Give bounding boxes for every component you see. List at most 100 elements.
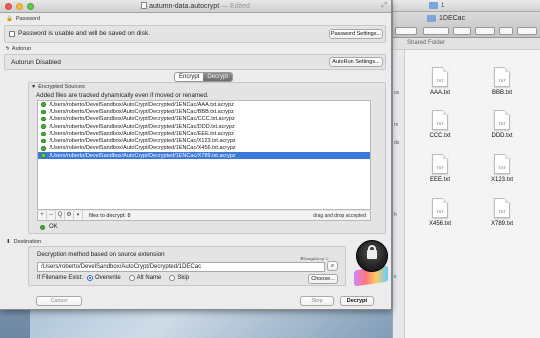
sources-status: OK	[40, 224, 58, 230]
sources-section-header: ♥ Encrypted Sources	[32, 84, 85, 90]
status-dot-icon	[41, 116, 46, 122]
finder-arrange-button[interactable]	[423, 27, 449, 35]
finder-path-label: 1DECac	[439, 15, 466, 22]
autorun-section-header: ϟ Autorun	[6, 46, 32, 52]
tab-decrypt[interactable]: Decrypt	[203, 73, 233, 81]
finder-share-button[interactable]	[475, 27, 495, 35]
remove-file-button[interactable]: –	[47, 211, 56, 220]
finder-search-button[interactable]	[517, 27, 537, 35]
autocrypt-window: autumn-data.autocrypt — Edited ⤢ 🔒 Passw…	[0, 0, 392, 310]
finder-sidebar: os rs ds h s	[393, 50, 405, 338]
status-dot-icon	[40, 224, 45, 230]
lock-icon: 🔒	[6, 16, 13, 22]
document-icon	[141, 2, 148, 9]
finder-file[interactable]: TXT EEE.txt	[415, 154, 465, 183]
search-icon[interactable]: Q	[56, 211, 65, 220]
destination-description: Decryption method based on source extens…	[37, 251, 165, 258]
finder-file[interactable]: TXT DDD.txt	[477, 110, 527, 139]
password-status: Password is usable and will be saved on …	[18, 30, 150, 37]
radio-off-icon	[128, 275, 135, 281]
add-file-button[interactable]: +	[38, 211, 47, 220]
heart-icon: ♥	[32, 84, 36, 90]
finder-file[interactable]: TXT X123.txt	[477, 154, 527, 183]
filename-exists-row: If Filename Exist: Overwrite Alt Name Sk…	[37, 275, 197, 281]
list-item-selected[interactable]: /Users/roberto/DevelSandbox/AutoCrypt/De…	[38, 152, 370, 160]
list-item[interactable]: /Users/roberto/DevelSandbox/AutoCrypt/De…	[38, 116, 370, 123]
password-settings-button[interactable]: Password Settings...	[329, 29, 383, 39]
list-item[interactable]: /Users/roberto/DevelSandbox/AutoCrypt/De…	[38, 130, 370, 137]
window-title: autumn-data.autocrypt — Edited	[0, 2, 391, 10]
finder-sidebar-label[interactable]: h	[394, 212, 397, 218]
tab-encrypt[interactable]: Encrypt	[175, 73, 204, 81]
list-item[interactable]: /Users/roberto/DevelSandbox/AutoCrypt/De…	[38, 108, 370, 115]
status-dot-icon	[41, 153, 46, 158]
sources-description: Added files are tracked dynamically even…	[36, 92, 209, 99]
radio-alt-name[interactable]: Alt Name	[128, 275, 161, 281]
list-item[interactable]: /Users/roberto/DevelSandbox/AutoCrypt/De…	[38, 123, 370, 130]
password-box: Password is usable and will be saved on …	[4, 25, 386, 43]
autorun-status: Autorun Disabled	[11, 59, 61, 66]
finder-sidebar-label[interactable]: s	[394, 274, 397, 280]
folder-icon	[427, 15, 436, 22]
finder-file[interactable]: TXT AAA.txt	[415, 67, 465, 96]
finder-file[interactable]: TXT CCC.txt	[415, 110, 465, 139]
list-item[interactable]: /Users/roberto/DevelSandbox/AutoCrypt/De…	[38, 145, 370, 152]
search-icon[interactable]: ⌕	[327, 261, 338, 271]
mode-segmented-control: Encrypt Decrypt	[174, 72, 234, 82]
text-file-icon: TXT	[432, 198, 448, 218]
text-file-icon: TXT	[494, 154, 510, 174]
finder-action-button[interactable]	[453, 27, 471, 35]
window-titlebar: autumn-data.autocrypt — Edited ⤢	[0, 0, 391, 13]
status-dot-icon	[41, 131, 46, 137]
filename-exists-label: If Filename Exist:	[37, 275, 84, 281]
cancel-button[interactable]: Cancel	[36, 296, 82, 306]
finder-path: 1DECac	[427, 15, 465, 22]
finder-file[interactable]: TXT BBB.txt	[477, 67, 527, 96]
finder-title: 1	[441, 2, 445, 9]
finder-view-button[interactable]	[395, 27, 417, 35]
lightning-icon: ϟ	[6, 46, 9, 52]
drag-drop-hint: drag and drop accepted	[313, 212, 366, 219]
destination-section-header: ⬇ Destination	[6, 239, 42, 245]
finder-sidebar-label[interactable]: ds	[394, 140, 399, 146]
text-file-icon: TXT	[494, 110, 510, 130]
list-item[interactable]: /Users/roberto/DevelSandbox/AutoCrypt/De…	[38, 137, 370, 144]
sources-list-footer: + – Q ⚙ ▾ files to decrypt: 8 drag and d…	[37, 211, 371, 221]
password-section-header: 🔒 Password	[6, 16, 41, 22]
edited-label: — Edited	[221, 3, 250, 10]
fullscreen-icon[interactable]: ⤢	[381, 2, 387, 10]
drag-drop-label: ⌘Drag&Drop⌥	[300, 256, 329, 261]
chevron-down-icon[interactable]: ▾	[74, 211, 83, 220]
sources-file-list[interactable]: /Users/roberto/DevelSandbox/AutoCrypt/De…	[37, 100, 371, 210]
text-file-icon: TXT	[432, 110, 448, 130]
stop-button[interactable]: Stop	[300, 296, 334, 306]
lock-icon	[367, 250, 377, 259]
status-dot-icon	[41, 138, 46, 144]
radio-off-icon	[169, 275, 176, 281]
finder-sidebar-label[interactable]: os	[394, 90, 399, 96]
text-file-icon: TXT	[494, 67, 510, 87]
radio-skip[interactable]: Skip	[169, 275, 189, 281]
finder-tag-button[interactable]	[499, 27, 513, 35]
autorun-settings-button[interactable]: AutoRun Settings...	[329, 57, 383, 67]
finder-sidebar-label[interactable]: rs	[394, 122, 398, 128]
radio-on-icon	[87, 275, 94, 281]
autorun-box: Autorun Disabled AutoRun Settings...	[4, 54, 386, 70]
choose-button[interactable]: Choose...	[308, 274, 338, 284]
autocrypt-app-icon[interactable]	[352, 240, 392, 288]
finder-section-header: Shared Folder	[393, 38, 540, 50]
status-dot-icon	[41, 102, 46, 107]
status-checkbox-icon	[9, 30, 15, 37]
files-count: files to decrypt: 8	[89, 212, 131, 219]
finder-file[interactable]: TXT X456.txt	[415, 198, 465, 227]
decrypt-button[interactable]: Decrypt	[340, 296, 374, 306]
status-dot-icon	[41, 146, 46, 151]
status-dot-icon	[41, 124, 46, 129]
gear-icon[interactable]: ⚙	[65, 211, 74, 220]
finder-toolbar: 1DECac	[393, 12, 540, 38]
finder-file[interactable]: TXT X789.txt	[477, 198, 527, 227]
destination-path-field[interactable]: /Users/roberto/DevelSandbox/AutoCrypt/De…	[37, 262, 325, 272]
radio-overwrite[interactable]: Overwrite	[87, 275, 121, 281]
list-item[interactable]: /Users/roberto/DevelSandbox/AutoCrypt/De…	[38, 101, 370, 108]
text-file-icon: TXT	[432, 67, 448, 87]
